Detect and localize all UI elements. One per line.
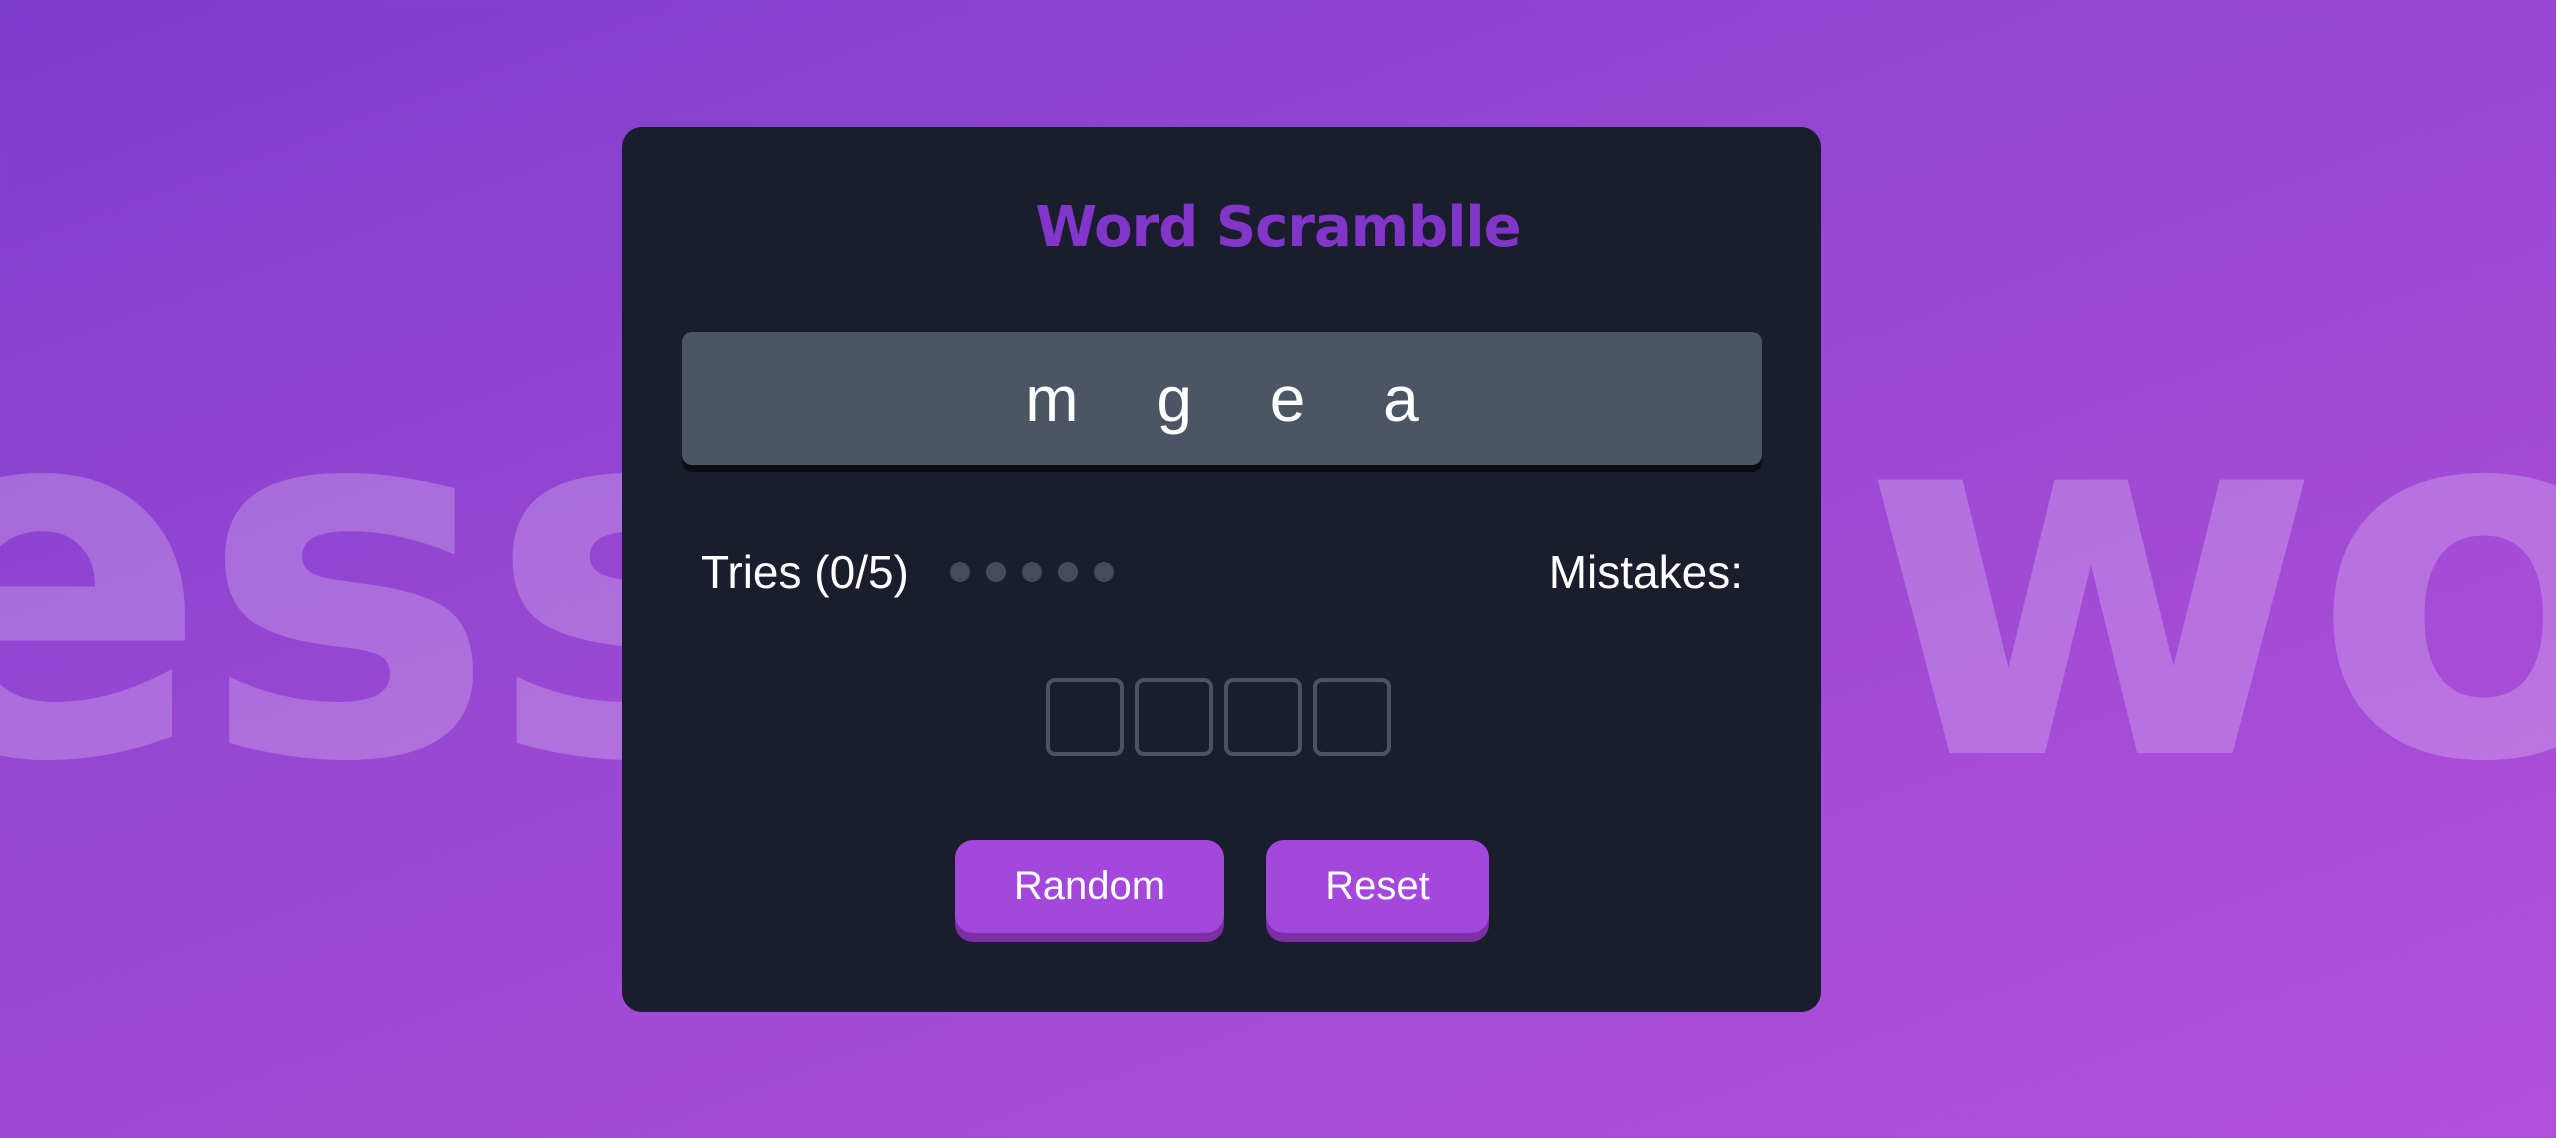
letter-input-3[interactable] bbox=[1224, 678, 1302, 756]
tries-dots bbox=[950, 562, 1114, 582]
tries-counter: Tries (0/5) bbox=[701, 546, 909, 598]
scrambled-word-display: m g e a bbox=[682, 332, 1762, 465]
mistakes-label: Mistakes: bbox=[1548, 546, 1743, 598]
letter-input-1[interactable] bbox=[1046, 678, 1124, 756]
try-dot bbox=[1094, 562, 1114, 582]
letter-input-2[interactable] bbox=[1135, 678, 1213, 756]
background-watermark-right: wo bbox=[1860, 289, 2556, 871]
reset-button[interactable]: Reset bbox=[1266, 840, 1489, 933]
game-title: Word Scramblle bbox=[1035, 195, 1521, 260]
letter-input-4[interactable] bbox=[1313, 678, 1391, 756]
try-dot bbox=[950, 562, 970, 582]
random-button[interactable]: Random bbox=[955, 840, 1224, 933]
try-dot bbox=[1058, 562, 1078, 582]
letter-inputs bbox=[1046, 678, 1391, 756]
try-dot bbox=[986, 562, 1006, 582]
try-dot bbox=[1022, 562, 1042, 582]
